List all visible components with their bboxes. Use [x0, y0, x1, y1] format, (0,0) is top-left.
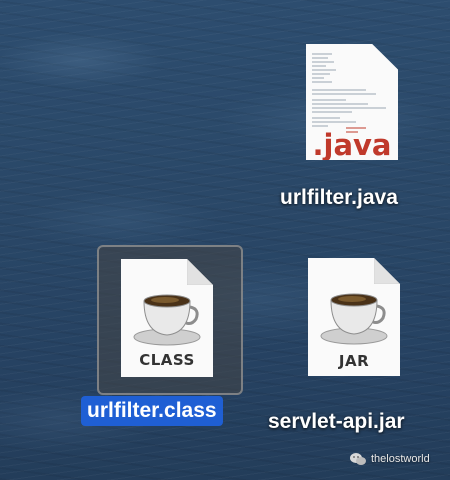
- coffee-cup-icon: [320, 293, 388, 345]
- wechat-icon: [350, 453, 366, 465]
- watermark: thelostworld: [350, 452, 430, 466]
- page-fold-icon: [187, 259, 213, 285]
- icon-label-servlet-api-jar: servlet-api.jar: [268, 410, 405, 433]
- icon-label-urlfilter-java: urlfilter.java: [280, 186, 398, 209]
- icon-label-urlfilter-class: urlfilter.class: [81, 396, 223, 426]
- desktop-icon-servlet-api-jar[interactable]: JAR servlet-api.jar: [262, 258, 442, 438]
- jar-badge-text: JAR: [338, 352, 370, 370]
- desktop-icon-urlfilter-class[interactable]: CLASS urlfilter.class: [81, 245, 263, 435]
- page-fold-icon: [374, 258, 400, 284]
- java-file-page-icon: .java: [306, 44, 398, 160]
- java-badge-text: .java: [312, 128, 392, 162]
- desktop-icon-urlfilter-java[interactable]: .java urlfilter.java: [280, 38, 420, 218]
- watermark-text: thelostworld: [371, 453, 430, 465]
- class-badge-text: CLASS: [139, 351, 195, 369]
- coffee-cup-icon: [133, 294, 201, 346]
